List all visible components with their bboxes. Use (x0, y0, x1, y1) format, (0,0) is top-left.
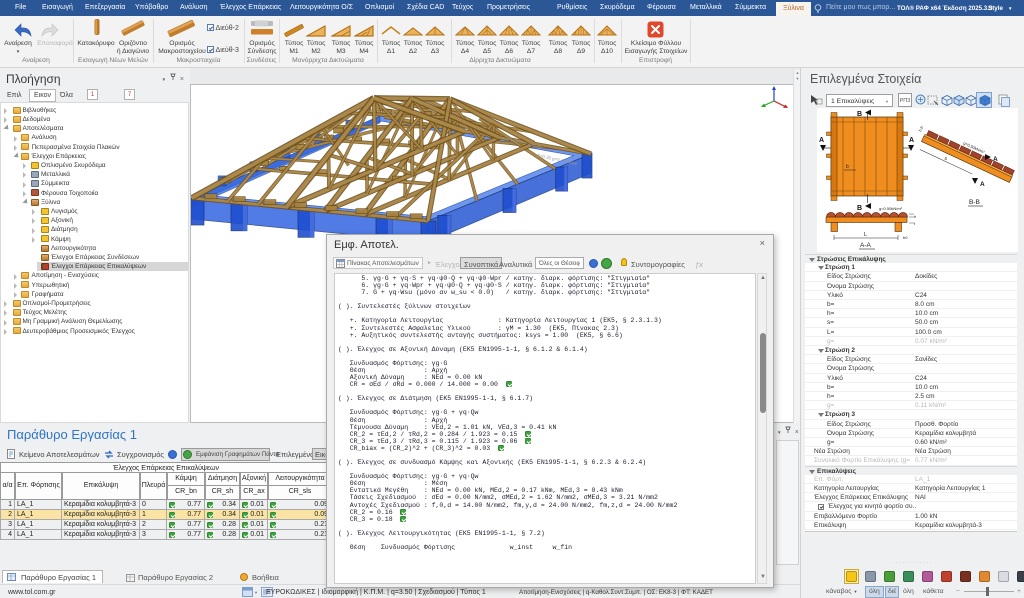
svg-text:B: B (857, 205, 862, 212)
svg-text:A: A (993, 156, 998, 163)
svg-text:b0: b0 (903, 235, 908, 240)
svg-text:A: A (980, 181, 985, 188)
svg-text:A-A: A-A (860, 242, 872, 249)
svg-text:B: B (857, 111, 862, 118)
svg-text:B-B: B-B (969, 199, 980, 206)
svg-text:g=0.50kN/m²: g=0.50kN/m² (879, 206, 903, 211)
svg-text:L: L (864, 232, 867, 238)
svg-text:b: b (846, 164, 849, 170)
svg-text:h: h (914, 214, 916, 219)
svg-text:A: A (909, 137, 914, 144)
svg-text:A: A (819, 137, 824, 144)
